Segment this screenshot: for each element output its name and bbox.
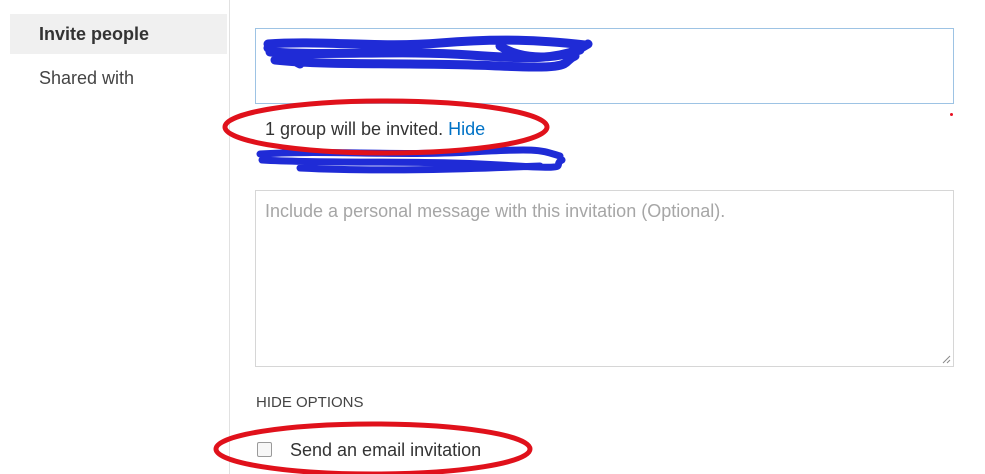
redaction-group-detail bbox=[256, 146, 566, 174]
redaction-picker-entry bbox=[263, 35, 593, 72]
send-email-label[interactable]: Send an email invitation bbox=[290, 440, 481, 461]
hide-options-toggle[interactable]: HIDE OPTIONS bbox=[256, 394, 364, 411]
personal-message-field[interactable] bbox=[255, 190, 954, 367]
share-dialog: Invite people Shared with 1 group will b… bbox=[0, 0, 985, 474]
invite-status-text: 1 group will be invited. bbox=[265, 119, 444, 139]
send-email-checkbox[interactable] bbox=[257, 442, 272, 457]
resize-handle-icon[interactable] bbox=[941, 354, 951, 364]
required-indicator bbox=[950, 113, 953, 116]
hide-link[interactable]: Hide bbox=[448, 119, 485, 139]
invite-status: 1 group will be invited. Hide bbox=[265, 119, 485, 140]
